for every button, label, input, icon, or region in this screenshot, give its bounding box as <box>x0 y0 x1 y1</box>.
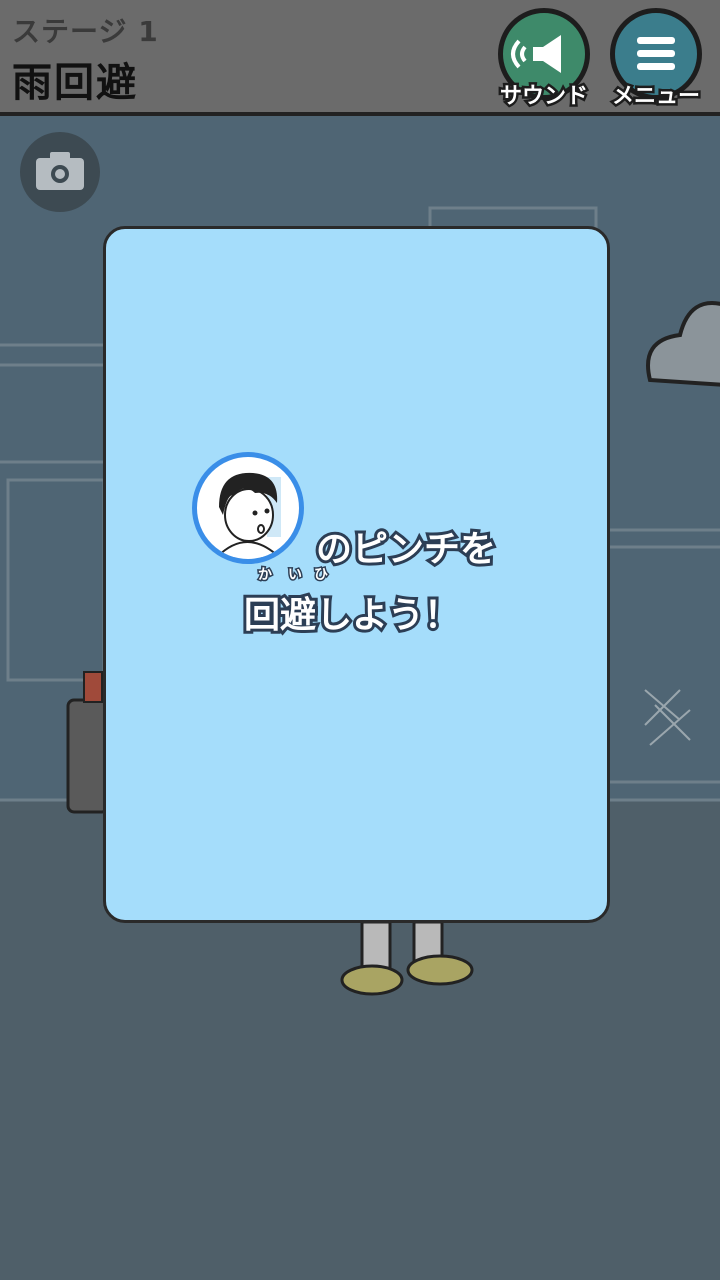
camera-icon <box>36 152 84 190</box>
stage-number-label: ステージ 1 <box>12 15 159 48</box>
top-bar: ステージ 1 雨回避 サウンド メニュー <box>0 0 720 116</box>
camera-button[interactable] <box>20 132 100 212</box>
ruby-ka: か <box>257 566 274 585</box>
dialog-line-2: 回避しよう！ <box>241 592 463 639</box>
stage-title: 雨回避 <box>12 60 138 106</box>
dialog-line-1: のピンチを <box>313 526 499 573</box>
menu-button-label: メニュー <box>609 82 702 112</box>
sound-button-label: サウンド <box>497 82 590 112</box>
ruby-hi: ひ <box>313 566 330 585</box>
character-avatar <box>192 452 304 564</box>
ruby-i: い <box>287 566 304 585</box>
character-face-icon <box>216 472 281 558</box>
intro-dialog[interactable] <box>103 226 610 923</box>
